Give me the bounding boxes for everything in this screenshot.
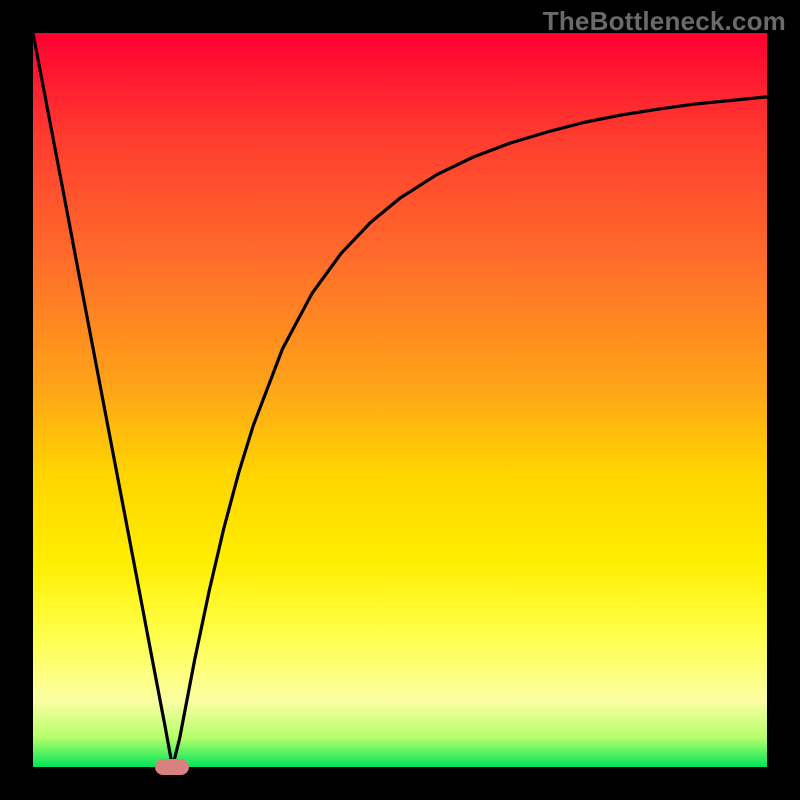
optimal-marker — [155, 759, 189, 775]
bottleneck-curve — [33, 33, 767, 767]
plot-area — [33, 33, 767, 767]
curve-path — [33, 33, 767, 767]
chart-frame: TheBottleneck.com — [0, 0, 800, 800]
